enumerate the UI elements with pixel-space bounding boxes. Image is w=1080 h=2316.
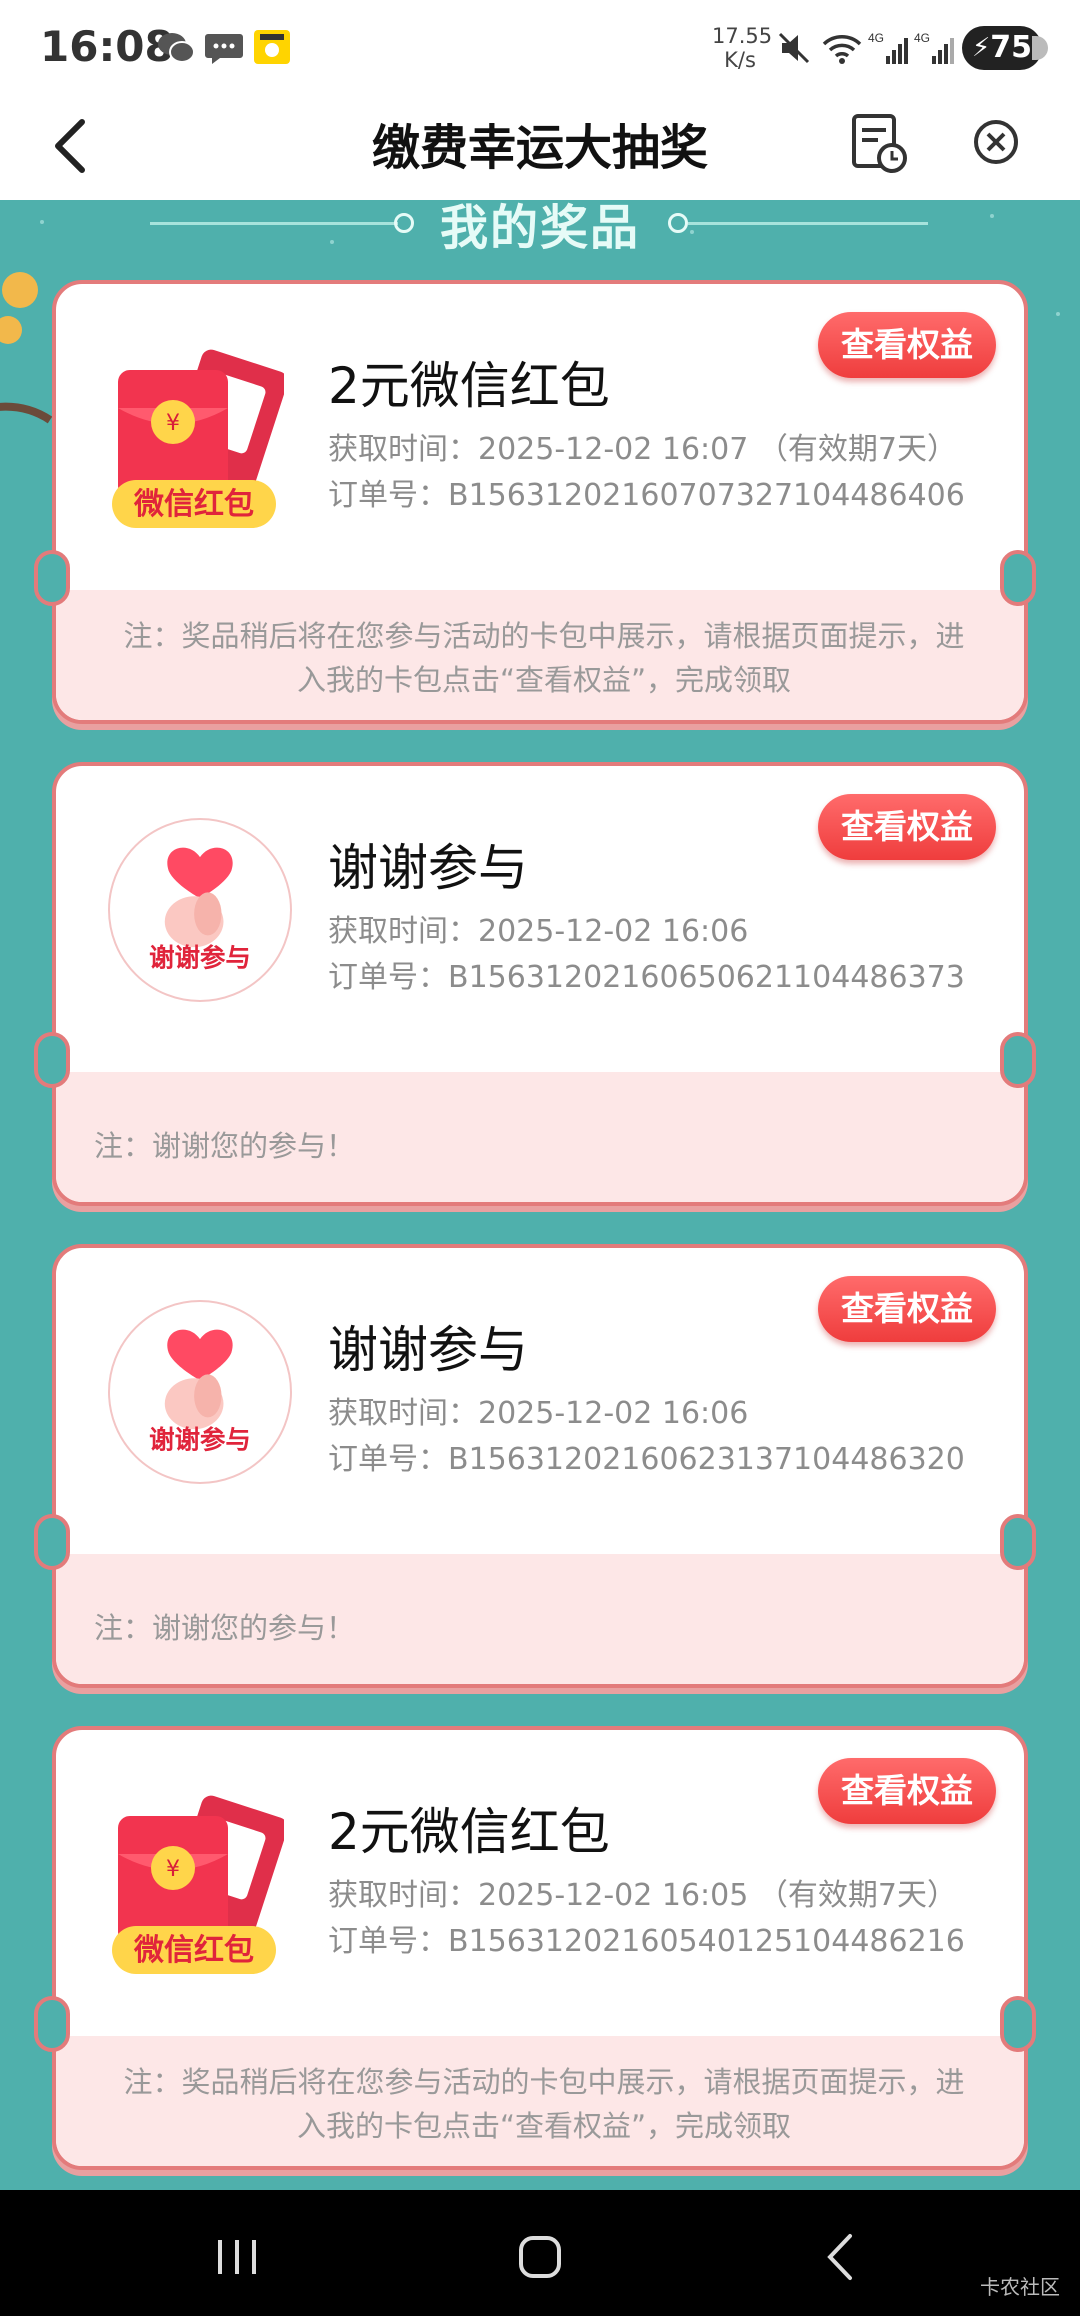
- prize-card: 谢谢参与 谢谢参与 获取时间：2025-12-02 16:06 订单号：B156…: [52, 1244, 1028, 1688]
- section-title: 我的奖品: [439, 200, 640, 256]
- flower-decoration: [0, 272, 53, 424]
- svg-text:谢谢参与: 谢谢参与: [149, 1425, 251, 1455]
- prize-card: ¥ 微信红包 2元微信红包 获取时间：2025-12-02 16:07 （有效期…: [52, 280, 1028, 724]
- back-icon[interactable]: [808, 2222, 878, 2292]
- order-number: 订单号：B15631202160707327104486406: [328, 478, 965, 513]
- view-benefits-button[interactable]: 查看权益: [818, 1758, 996, 1824]
- prize-note: 注：谢谢您的参与！: [94, 1611, 356, 1645]
- battery-indicator: ⚡ 75: [962, 26, 1048, 70]
- system-navigation-bar: 卡农社区: [0, 2190, 1080, 2316]
- view-benefits-button[interactable]: 查看权益: [818, 794, 996, 860]
- prize-name: 谢谢参与: [328, 1321, 528, 1379]
- heart-hand-icon: 谢谢参与: [108, 818, 292, 1002]
- status-time: 16:08: [40, 22, 174, 71]
- status-bar: 16:08 17.55 K/s 4G 4G ⚡ 75: [0, 0, 1080, 96]
- prize-name: 谢谢参与: [328, 839, 528, 897]
- recent-apps-icon[interactable]: [202, 2222, 272, 2292]
- app-notification-icon: [254, 30, 290, 64]
- signal-4g-icon: 4G: [868, 31, 908, 64]
- net-speed: 17.55 K/s: [712, 24, 773, 72]
- svg-text:4G: 4G: [914, 31, 930, 45]
- prize-time: 获取时间：2025-12-02 16:06: [328, 1396, 749, 1431]
- wechat-icon: [158, 33, 195, 63]
- mute-icon: [778, 32, 810, 64]
- svg-text:¥: ¥: [166, 1857, 180, 1882]
- prize-list-area[interactable]: 我的奖品 ¥ 微信红包 2元微信红包 获取时间：2025-12-02 16:07…: [0, 200, 1080, 2190]
- order-number: 订单号：B15631202160540125104486216: [328, 1924, 965, 1959]
- view-benefits-button[interactable]: 查看权益: [818, 312, 996, 378]
- close-circle-icon[interactable]: [966, 112, 1026, 172]
- charging-icon: ⚡: [972, 33, 991, 63]
- message-icon: [205, 34, 243, 64]
- signal-4g-icon-2: 4G: [914, 31, 954, 64]
- prize-card: ¥ 微信红包 2元微信红包 获取时间：2025-12-02 16:05 （有效期…: [52, 1726, 1028, 2170]
- svg-text:¥: ¥: [166, 411, 180, 436]
- prize-name: 2元微信红包: [328, 1803, 610, 1861]
- view-benefits-button[interactable]: 查看权益: [818, 1276, 996, 1342]
- prize-card: 谢谢参与 谢谢参与 获取时间：2025-12-02 16:06 订单号：B156…: [52, 762, 1028, 1206]
- svg-text:4G: 4G: [868, 31, 884, 45]
- prize-note: 注：奖品稍后将在您参与活动的卡包中展示，请根据页面提示，进 入我的卡包点击“查看…: [123, 619, 965, 697]
- home-icon[interactable]: [505, 2222, 575, 2292]
- svg-text:微信红包: 微信红包: [133, 1933, 254, 1968]
- prize-name: 2元微信红包: [328, 357, 610, 415]
- watermark: 卡农社区: [980, 2275, 1060, 2299]
- order-number: 订单号：B15631202160623137104486320: [328, 1442, 965, 1477]
- red-envelope-icon: ¥ 微信红包: [112, 349, 284, 528]
- page-title: 缴费幸运大抽奖: [371, 120, 708, 176]
- svg-text:谢谢参与: 谢谢参与: [149, 943, 251, 973]
- order-number: 订单号：B15631202160650621104486373: [328, 960, 965, 995]
- heart-hand-icon: 谢谢参与: [108, 1300, 292, 1484]
- prize-time: 获取时间：2025-12-02 16:06: [328, 914, 749, 949]
- record-clock-icon[interactable]: [848, 106, 908, 176]
- svg-text:微信红包: 微信红包: [133, 487, 254, 522]
- wifi-icon: [822, 35, 862, 64]
- red-envelope-icon: ¥ 微信红包: [112, 1795, 284, 1974]
- nav-bar: 缴费幸运大抽奖: [0, 96, 1080, 200]
- prize-time: 获取时间：2025-12-02 16:07 （有效期7天）: [328, 432, 957, 467]
- prize-note: 注：谢谢您的参与！: [94, 1129, 356, 1163]
- prize-note: 注：奖品稍后将在您参与活动的卡包中展示，请根据页面提示，进 入我的卡包点击“查看…: [123, 2065, 965, 2143]
- prize-time: 获取时间：2025-12-02 16:05 （有效期7天）: [328, 1878, 957, 1913]
